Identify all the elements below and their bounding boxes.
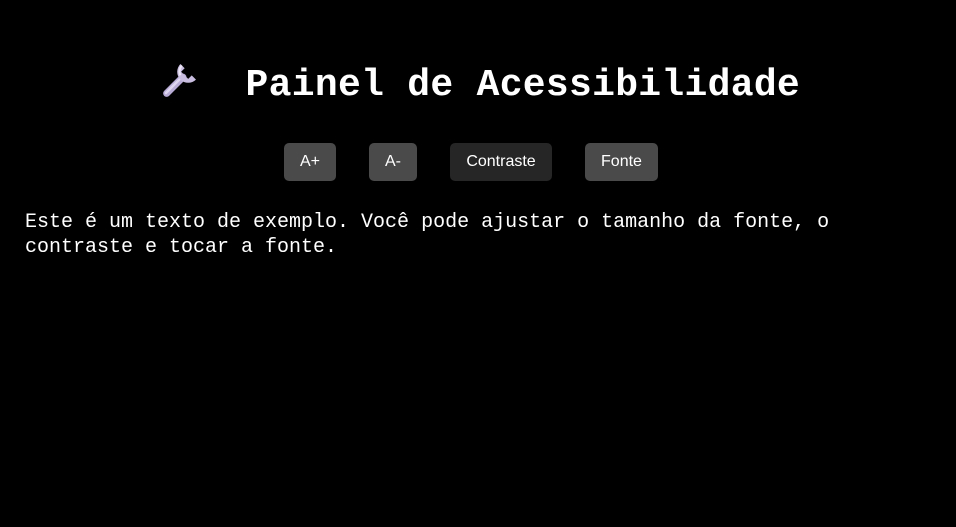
wrench-icon <box>156 58 202 104</box>
font-button[interactable]: Fonte <box>585 143 658 181</box>
page-title: Painel de Acessibilidade <box>245 63 801 107</box>
contrast-button[interactable]: Contraste <box>450 143 552 181</box>
page-header: Painel de Acessibilidade <box>0 62 956 108</box>
decrease-font-button[interactable]: A- <box>369 143 417 181</box>
sample-text: Este é um texto de exemplo. Você pode aj… <box>25 211 830 259</box>
increase-font-button[interactable]: A+ <box>284 143 336 181</box>
accessibility-toolbar: A+ A- Contraste Fonte <box>0 143 956 181</box>
